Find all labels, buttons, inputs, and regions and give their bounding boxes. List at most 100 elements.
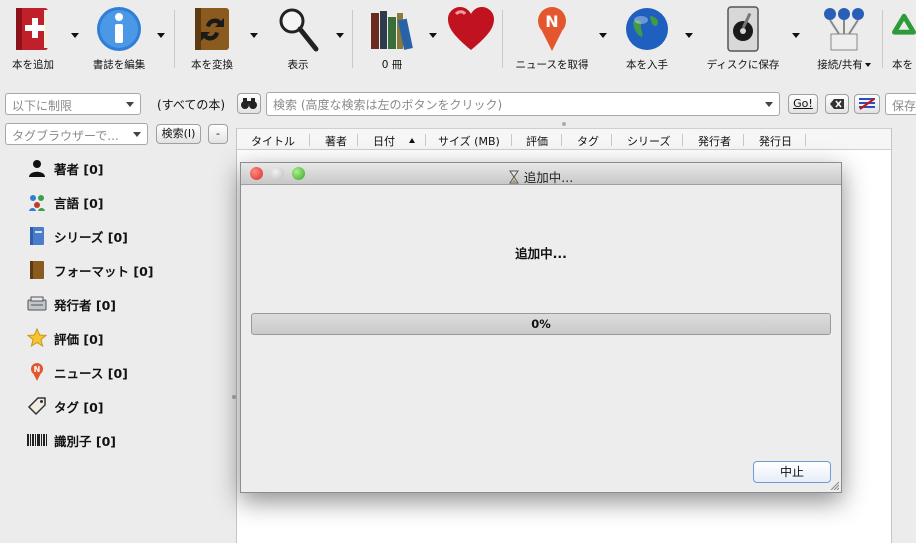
column-header-date[interactable]: 日付 <box>373 133 395 149</box>
search-input[interactable]: 検索 (高度な検索は左のボタンをクリック) <box>266 92 780 116</box>
highlight-icon <box>859 98 875 110</box>
add-book-icon <box>7 4 59 54</box>
chevron-down-icon <box>126 102 134 107</box>
column-header-series[interactable]: シリーズ <box>627 133 670 149</box>
clear-icon <box>830 99 844 109</box>
splitter-handle[interactable] <box>562 122 566 126</box>
dialog-titlebar[interactable]: 追加中... <box>241 163 841 185</box>
column-header-rating[interactable]: 評価 <box>526 133 548 149</box>
main-toolbar: 本を追加 書誌を編集 本を変換 表示 0 冊 N ニュースを取得 本を入手 ディ… <box>0 0 916 82</box>
binoculars-icon <box>241 98 257 109</box>
fetch-news-dropdown[interactable] <box>599 33 607 38</box>
convert-icon <box>186 4 238 54</box>
magnifier-icon <box>272 4 324 54</box>
edit-metadata-dropdown[interactable] <box>157 33 165 38</box>
restrict-to-combo[interactable]: 以下に制限 <box>5 93 141 115</box>
save-to-disk-dropdown[interactable] <box>792 33 800 38</box>
tag-category-rating[interactable]: 評価 [0] <box>27 327 103 349</box>
tag-category-tags[interactable]: タグ [0] <box>27 395 103 417</box>
column-divider <box>425 134 426 146</box>
virtual-library-button[interactable] <box>237 93 261 114</box>
library-books-icon <box>366 4 418 54</box>
get-books-button[interactable]: 本を入手 <box>621 4 673 72</box>
toolbar-separator <box>882 10 883 68</box>
sort-ascending-icon <box>409 138 415 143</box>
clear-search-button[interactable] <box>825 94 849 114</box>
news-icon: N <box>27 362 47 382</box>
dialog-title: 追加中... <box>523 170 574 185</box>
tag-category-series[interactable]: シリーズ [0] <box>27 225 128 247</box>
star-icon <box>27 328 47 348</box>
convert-dropdown[interactable] <box>250 33 258 38</box>
view-button[interactable]: 表示 <box>272 4 324 72</box>
column-header-publisher[interactable]: 発行者 <box>698 133 731 149</box>
search-bar-row: 以下に制限 (すべての本) 検索 (高度な検索は左のボタンをクリック) Go! … <box>0 90 916 118</box>
news-icon: N <box>526 4 578 54</box>
book-format-icon <box>27 260 47 280</box>
column-header-authors[interactable]: 著者 <box>325 133 347 149</box>
column-header-title[interactable]: タイトル <box>251 133 295 149</box>
column-divider <box>309 134 310 146</box>
convert-books-button[interactable]: 本を変換 <box>186 4 238 72</box>
tag-browser-find-button[interactable]: 検索(I) <box>156 124 201 144</box>
toolbar-separator <box>502 10 503 68</box>
column-divider <box>611 134 612 146</box>
progress-bar: 0% <box>251 313 831 335</box>
column-divider <box>682 134 683 146</box>
search-go-button[interactable]: Go! <box>788 94 818 114</box>
svg-text:N: N <box>34 365 41 374</box>
donate-button[interactable] <box>445 4 497 54</box>
connect-share-button[interactable]: 接続/共有 <box>814 4 874 72</box>
globe-icon <box>621 4 673 54</box>
toolbar-separator <box>174 10 175 68</box>
library-button[interactable]: 0 冊 <box>366 4 418 72</box>
cancel-button[interactable]: 中止 <box>753 461 831 483</box>
tag-category-news[interactable]: N ニュース [0] <box>27 361 128 383</box>
tag-category-authors[interactable]: 著者 [0] <box>27 157 103 179</box>
hard-disk-icon <box>717 4 769 54</box>
tag-category-identifiers[interactable]: 識別子 [0] <box>27 429 116 451</box>
remove-books-button[interactable]: 本を <box>892 4 916 72</box>
get-books-dropdown[interactable] <box>685 33 693 38</box>
tag-browser-filter[interactable]: タグブラウザーで... <box>5 123 148 145</box>
publisher-icon <box>27 294 47 314</box>
svg-text:N: N <box>545 12 558 31</box>
connect-share-chevron-icon <box>864 63 871 67</box>
tag-category-formats[interactable]: フォーマット [0] <box>27 259 153 281</box>
adding-dialog: 追加中... 追加中... 0% 中止 <box>240 162 842 493</box>
tag-category-languages[interactable]: 言語 [0] <box>27 191 103 213</box>
add-books-button[interactable]: 本を追加 <box>7 4 59 72</box>
save-to-disk-button[interactable]: ディスクに保存 <box>703 4 783 72</box>
column-divider <box>357 134 358 146</box>
add-books-dropdown[interactable] <box>71 33 79 38</box>
saved-search-input[interactable]: 保存 <box>885 93 916 115</box>
recycle-icon <box>892 4 916 54</box>
tag-icon <box>27 396 47 416</box>
column-header-size[interactable]: サイズ (MB) <box>438 133 500 149</box>
heart-icon <box>445 4 497 54</box>
edit-metadata-button[interactable]: 書誌を編集 <box>91 4 147 72</box>
resize-grip-icon[interactable] <box>829 480 839 490</box>
column-divider <box>511 134 512 146</box>
info-icon <box>93 4 145 54</box>
column-header-tags[interactable]: タグ <box>577 133 599 149</box>
view-dropdown[interactable] <box>336 33 344 38</box>
chevron-down-icon <box>765 102 773 107</box>
calibre-window: 本を追加 書誌を編集 本を変換 表示 0 冊 N ニュースを取得 本を入手 ディ… <box>0 0 916 543</box>
tag-browser-collapse-button[interactable]: - <box>208 124 228 144</box>
column-divider <box>743 134 744 146</box>
fetch-news-button[interactable]: N ニュースを取得 <box>514 4 590 72</box>
progress-text: 0% <box>531 317 551 331</box>
barcode-icon <box>27 430 47 450</box>
highlight-matches-button[interactable] <box>854 94 880 114</box>
tag-category-publishers[interactable]: 発行者 [0] <box>27 293 116 315</box>
hourglass-icon <box>508 170 519 187</box>
book-list-header: タイトル 著者 日付 サイズ (MB) 評価 タグ シリーズ 発行者 発行日 <box>237 128 891 150</box>
tag-browser: 著者 [0] 言語 [0] シリーズ [0] フォーマット [0] 発行者 [0… <box>0 150 236 543</box>
library-dropdown[interactable] <box>429 33 437 38</box>
virtual-library-label: (すべての本) <box>157 98 226 112</box>
chevron-down-icon <box>133 132 141 137</box>
column-divider <box>561 134 562 146</box>
column-divider <box>805 134 806 146</box>
column-header-pubdate[interactable]: 発行日 <box>759 133 792 149</box>
